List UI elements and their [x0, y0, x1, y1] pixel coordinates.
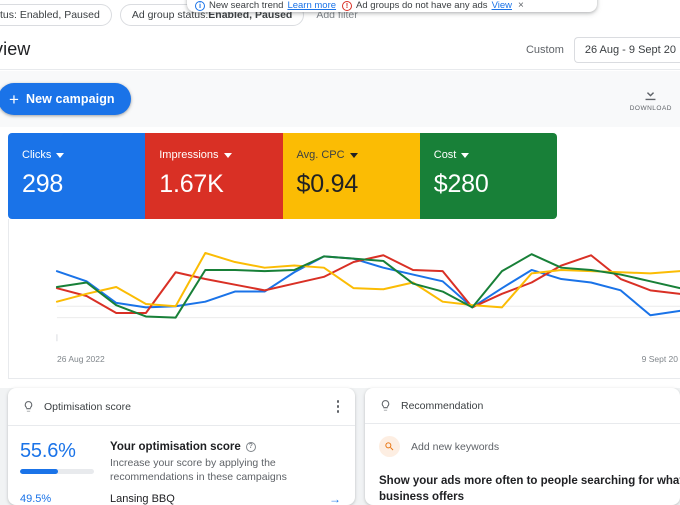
chevron-down-icon [223, 152, 232, 158]
info-icon: i [195, 0, 205, 11]
optimisation-score-progress-bar [20, 469, 94, 474]
new-campaign-button[interactable]: + New campaign [0, 83, 131, 115]
date-range-selector[interactable]: 26 Aug - 9 Sept 20 [573, 36, 680, 63]
optimisation-score-text: Your optimisation score ? Increase your … [110, 440, 341, 484]
metric-label: Impressions [159, 149, 219, 161]
chevron-down-icon [461, 152, 470, 158]
metric-cards: Clicks 298 Impressions 1.67K Avg. CPC $0… [8, 133, 557, 219]
metric-value: $0.94 [296, 170, 359, 198]
performance-chart-svg [55, 251, 680, 342]
notification-text: New search trend [209, 0, 284, 11]
optimisation-score-heading: Your optimisation score [110, 441, 241, 453]
recommendation-card-title: Recommendation [401, 399, 484, 412]
campaign-name: Lansing BBQ [110, 493, 175, 505]
date-range-custom-label: Custom [525, 43, 564, 56]
plus-icon: + [9, 89, 19, 109]
optimisation-score-card-header: Optimisation score [8, 388, 355, 426]
metric-value: 298 [22, 170, 64, 198]
chart-x-tick-end: 9 Sept 20 [641, 354, 678, 364]
recommendation-keyword-row[interactable]: Add new keywords [379, 436, 666, 457]
recommendation-description-line1: Show your ads more often to people searc… [379, 475, 680, 487]
close-icon[interactable]: × [518, 0, 524, 11]
recommendation-keyword-label: Add new keywords [411, 440, 500, 453]
download-icon [645, 87, 656, 101]
action-bar: + New campaign DOWNLOAD [0, 71, 680, 127]
metric-card-cost[interactable]: Cost $280 [419, 133, 557, 219]
metric-label: Cost [433, 149, 457, 161]
campaign-score-value: 49.5% [20, 493, 52, 505]
chevron-down-icon [349, 152, 358, 158]
view-link[interactable]: View [492, 0, 512, 11]
optimisation-score-card-title: Optimisation score [44, 400, 131, 413]
optimisation-score-gauge: 55.6% [20, 440, 96, 484]
download-button[interactable]: DOWNLOAD [630, 86, 680, 112]
recommendation-description: Show your ads more often to people searc… [379, 473, 680, 505]
chevron-down-icon [56, 152, 65, 158]
performance-chart-card: 26 Aug 2022 9 Sept 20 [8, 219, 680, 379]
notification-text: Ad groups do not have any ads [356, 0, 488, 11]
optimisation-score-progress-fill [20, 469, 59, 474]
optimisation-score-value: 55.6% [20, 440, 76, 462]
optimisation-score-card: Optimisation score 55.6% Your optimisati… [8, 388, 355, 505]
metric-card-clicks[interactable]: Clicks 298 [8, 133, 146, 219]
optimisation-campaign-row[interactable]: 49.5% Lansing BBQ → [8, 484, 355, 505]
optimisation-score-subtext: Increase your score by applying the reco… [110, 457, 287, 483]
chart-x-tick-start: 26 Aug 2022 [57, 354, 105, 364]
recommendation-card: Recommendation Add new keywords Show you… [365, 388, 680, 505]
metric-value: 1.67K [159, 170, 224, 198]
notification-new-search-trend[interactable]: i New search trend Learn more [195, 0, 336, 11]
metric-label: Clicks [22, 149, 52, 161]
search-glyph [385, 442, 394, 451]
metric-card-header[interactable]: Impressions [159, 149, 282, 161]
learn-more-link[interactable]: Learn more [287, 0, 336, 11]
metric-card-header[interactable]: Clicks [22, 149, 145, 161]
page-header: view Custom 26 Aug - 9 Sept 20 [0, 30, 680, 70]
header-right-controls: Custom 26 Aug - 9 Sept 20 [525, 36, 680, 63]
page-title: view [0, 39, 31, 59]
chart-series-avg-cpc [55, 251, 680, 309]
kebab-menu-icon[interactable] [333, 396, 344, 417]
recommendation-description-line2: business offers [379, 491, 464, 503]
metric-card-avg-cpc[interactable]: Avg. CPC $0.94 [282, 133, 420, 219]
metric-value: $280 [433, 170, 489, 198]
metric-card-impressions[interactable]: Impressions 1.67K [145, 133, 283, 219]
new-campaign-button-label: New campaign [25, 92, 115, 106]
download-label: DOWNLOAD [629, 105, 672, 112]
optimisation-score-heading-row: Your optimisation score ? [110, 441, 341, 453]
optimisation-score-body: 55.6% Your optimisation score ? Increase… [8, 426, 355, 484]
metric-card-header[interactable]: Cost [434, 149, 557, 161]
filter-chip-campaign-status[interactable]: tus: Enabled, Paused [0, 4, 112, 26]
search-icon [379, 436, 400, 457]
lightbulb-icon [381, 400, 390, 411]
lightbulb-icon [24, 401, 33, 412]
help-icon[interactable]: ? [245, 442, 256, 452]
metric-label: Avg. CPC [296, 149, 345, 161]
insight-cards-row: Optimisation score 55.6% Your optimisati… [0, 388, 680, 505]
notification-strip: i New search trend Learn more ! Ad group… [187, 0, 597, 12]
performance-chart[interactable] [9, 219, 680, 378]
metric-card-header[interactable]: Avg. CPC [297, 149, 420, 161]
warning-icon: ! [342, 0, 353, 11]
recommendation-card-header: Recommendation [365, 388, 680, 424]
recommendation-body: Add new keywords Show your ads more ofte… [365, 424, 680, 505]
filter-chip-campaign-status-label: tus: Enabled, Paused [0, 9, 100, 21]
notification-no-ads[interactable]: ! Ad groups do not have any ads View × [342, 0, 524, 11]
google-ads-overview-page: tus: Enabled, Paused Ad group status: En… [0, 0, 680, 505]
arrow-right-icon[interactable]: → [329, 493, 341, 505]
date-range-value: 26 Aug - 9 Sept 20 [584, 43, 676, 56]
